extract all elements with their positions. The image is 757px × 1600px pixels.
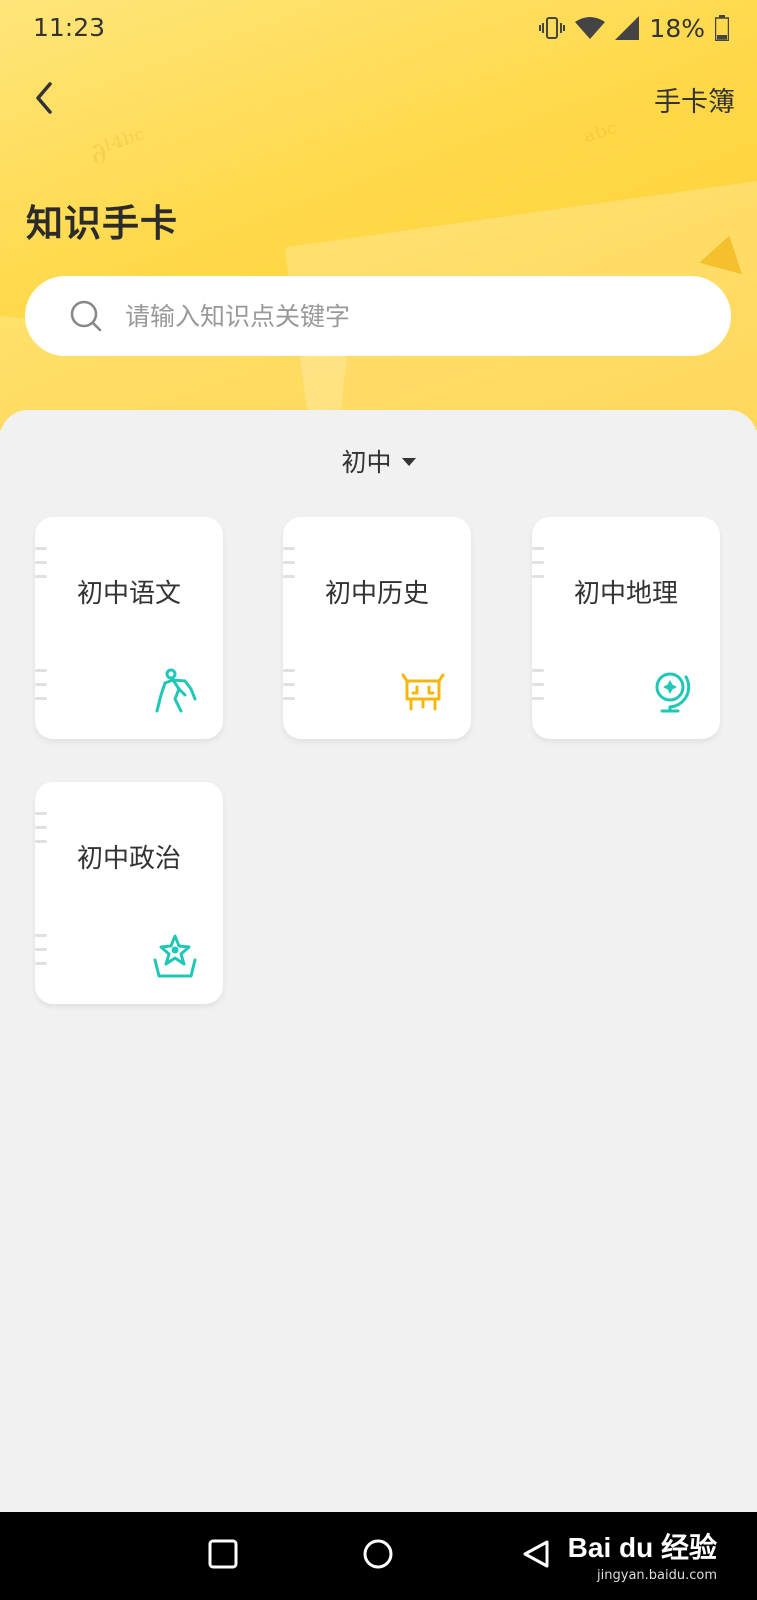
search-bar[interactable] <box>25 276 731 356</box>
status-bar: 11:23 18% <box>0 0 757 56</box>
subject-card-geography[interactable]: 初中地理 <box>532 517 720 739</box>
binder-ring <box>35 697 47 700</box>
binder-ring <box>283 547 295 550</box>
subject-card-history[interactable]: 初中历史 <box>283 517 471 739</box>
binder-ring <box>35 547 47 550</box>
binder-ring <box>35 669 47 672</box>
search-icon <box>69 299 103 333</box>
search-input[interactable] <box>123 300 687 332</box>
watermark-url: jingyan.baidu.com <box>597 1568 717 1583</box>
binder-ring <box>35 561 47 564</box>
subject-card-politics[interactable]: 初中政治 <box>35 782 223 1004</box>
signal-icon <box>615 16 640 40</box>
home-button[interactable] <box>358 1536 398 1576</box>
battery-icon <box>715 15 729 41</box>
ancient-vessel-icon <box>399 667 447 715</box>
binder-ring <box>35 962 47 965</box>
globe-icon <box>648 667 696 715</box>
card-label: 初中语文 <box>76 579 181 609</box>
binder-ring <box>283 683 295 686</box>
vibrate-icon <box>539 15 566 41</box>
binder-ring <box>532 561 544 564</box>
recent-apps-button[interactable] <box>203 1536 243 1576</box>
battery-percent: 18% <box>649 13 705 43</box>
home-icon <box>362 1538 394 1574</box>
baidu-watermark: Bai du 经验 jingyan.baidu.com <box>568 1526 717 1583</box>
subject-card-chinese[interactable]: 初中语文 <box>35 517 223 739</box>
notebook-link[interactable]: 手卡簿 <box>654 80 735 119</box>
back-nav-button[interactable] <box>516 1536 556 1576</box>
binder-ring <box>283 669 295 672</box>
chevron-left-icon <box>32 80 56 120</box>
system-nav-bar: Bai du 经验 jingyan.baidu.com <box>0 1512 757 1600</box>
content-panel: 初中 初中语文 初中历史 初中地理 初中政治 <box>0 410 757 1512</box>
decorative-scribble: ᵃᵇᶜ <box>580 115 624 160</box>
card-label: 初中政治 <box>76 844 181 874</box>
binder-ring <box>532 683 544 686</box>
star-badge-icon <box>151 932 199 980</box>
grade-selector[interactable]: 初中 <box>0 443 757 479</box>
recent-apps-icon <box>208 1539 238 1573</box>
binder-ring <box>35 826 47 829</box>
binder-ring <box>283 561 295 564</box>
card-label: 初中历史 <box>324 579 429 609</box>
binder-ring <box>283 697 295 700</box>
binder-ring <box>35 683 47 686</box>
decorative-scribble: ∂ˡ⁴ᵇᶜ <box>85 122 152 173</box>
card-label: 初中地理 <box>573 579 678 609</box>
hiker-icon <box>151 667 199 715</box>
status-icons: 18% <box>539 12 729 44</box>
binder-ring <box>532 669 544 672</box>
grade-selector-label: 初中 <box>341 448 392 477</box>
page-title: 知识手卡 <box>26 202 178 245</box>
watermark-brand: Bai du 经验 <box>567 1532 717 1563</box>
binder-ring <box>35 934 47 937</box>
binder-ring <box>35 812 47 815</box>
wifi-icon <box>575 16 606 40</box>
caret-down-icon <box>401 458 416 466</box>
status-time: 11:23 <box>33 13 106 42</box>
back-button[interactable] <box>18 74 70 126</box>
binder-ring <box>532 697 544 700</box>
binder-ring <box>35 948 47 951</box>
back-triangle-icon <box>521 1539 551 1573</box>
binder-ring <box>532 547 544 550</box>
